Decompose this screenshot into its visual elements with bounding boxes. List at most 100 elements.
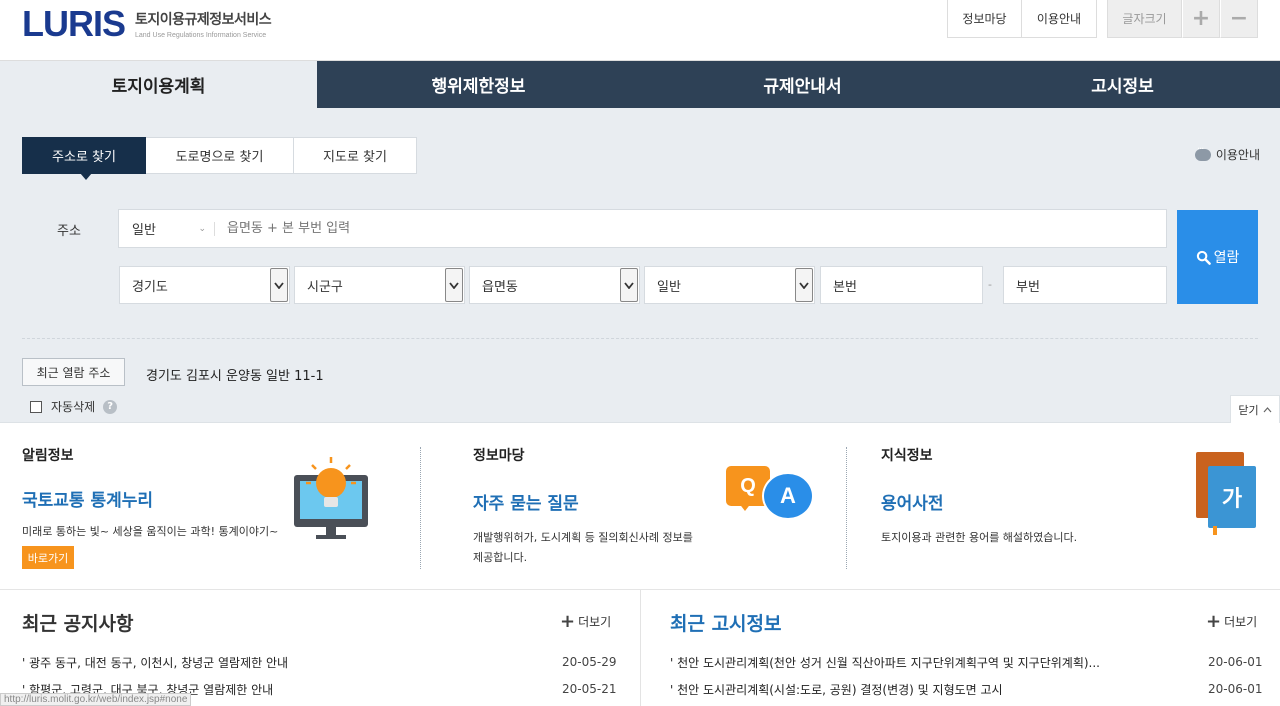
column-divider (420, 447, 421, 569)
auto-delete-label: 자동삭제 (51, 400, 96, 414)
notices-section: 최근 공지사항 + 더보기 ' 광주 동구, 대전 동구, 이천시, 창녕군 열… (0, 590, 1280, 706)
tab-search-by-address[interactable]: 주소로 찾기 (22, 137, 146, 180)
monitor-lightbulb-icon (294, 457, 368, 539)
logo-text: 토지이용규제정보서비스 Land Use Regulations Informa… (135, 9, 272, 39)
plus-icon: + (1206, 610, 1222, 632)
dictionary-book-icon: 가 (1196, 452, 1258, 536)
more-label: 더보기 (1224, 615, 1258, 629)
font-size-label: 글자크기 (1107, 0, 1182, 38)
more-label: 더보기 (578, 615, 612, 629)
search-area: 주소로 찾기 도로명으로 찾기 지도로 찾기 이용안내 주소 일반 ⌄ 경기도 … (0, 108, 1280, 423)
address-label: 주소 (57, 224, 81, 239)
dropdown-arrow-icon (795, 268, 813, 302)
recent-address-link[interactable]: 경기도 김포시 운양동 일반 11-1 (146, 365, 324, 384)
announcement-date: 20-05-21 (562, 682, 617, 696)
qa-bubbles-icon: Q A (726, 466, 816, 522)
help-icon[interactable]: ? (103, 399, 118, 414)
usage-guide-label: 이용안내 (1215, 148, 1260, 162)
plus-icon: + (560, 610, 576, 632)
font-decrease-button[interactable]: − (1220, 0, 1258, 38)
main-number-input[interactable]: 본번 (820, 266, 983, 304)
logo-title: 토지이용규제정보서비스 (135, 12, 272, 28)
stats-nuri-link[interactable]: 국토교통 통계누리 (22, 486, 153, 511)
book-ribbon (1213, 526, 1217, 535)
info-section: 알림정보 국토교통 통계누리 미래로 통하는 빛~ 세상을 움직이는 과학! 통… (0, 423, 1280, 590)
recent-announcements-title: 최근 공지사항 (22, 613, 134, 635)
chat-bubble-icon (1194, 144, 1211, 161)
dropdown-arrow-icon (445, 268, 463, 302)
town-select-value: 읍면동 (482, 279, 518, 295)
dropdown-arrow-icon (620, 268, 638, 302)
view-button[interactable]: 열람 (1177, 210, 1258, 304)
glossary-link[interactable]: 용어사전 (881, 489, 944, 514)
tab-activity-restriction[interactable]: 행위제한정보 (317, 61, 640, 108)
top-links: 정보마당 이용안내 (947, 0, 1097, 38)
search-tabs: 주소로 찾기 도로명으로 찾기 지도로 찾기 (22, 137, 417, 180)
header: LURIS 토지이용규제정보서비스 Land Use Regulations I… (0, 0, 1280, 61)
faq-link[interactable]: 자주 묻는 질문 (473, 489, 579, 514)
auto-delete-option: 자동삭제 ? (30, 398, 118, 415)
logo-wordmark: LURIS (22, 3, 126, 44)
font-size-control: 글자크기 + − (1107, 0, 1258, 38)
divider (22, 338, 1258, 339)
land-type-select-value: 일반 (657, 279, 681, 295)
tab-regulation-guide[interactable]: 규제안내서 (640, 61, 965, 108)
notice-item[interactable]: ' 천안 도시관리계획(시설:도로, 공원) 결정(변경) 및 지형도면 고시 (670, 681, 1184, 698)
announcement-item[interactable]: ' 광주 동구, 대전 동구, 이천시, 창녕군 열람제한 안내 (22, 654, 542, 671)
alert-info-title: 알림정보 (22, 448, 74, 464)
column-divider (640, 590, 641, 706)
tab-search-by-map[interactable]: 지도로 찾기 (294, 137, 417, 174)
faq-desc-line2: 제공합니다. (473, 551, 528, 564)
auto-delete-checkbox[interactable] (30, 400, 42, 413)
chevron-down-icon: ⌄ (198, 224, 206, 234)
stats-nuri-desc: 미래로 통하는 빛~ 세상을 움직이는 과학! 통계이야기~ (22, 525, 279, 538)
view-button-label: 열람 (1213, 250, 1240, 266)
dropdown-arrow-icon (270, 268, 288, 302)
glossary-desc: 토지이용과 관련한 용어를 해설하였습니다. (881, 531, 1078, 544)
city-select[interactable]: 시군구 (294, 266, 465, 304)
city-select-value: 시군구 (307, 279, 343, 295)
address-input[interactable] (215, 210, 1166, 247)
recent-address-button[interactable]: 최근 열람 주소 (22, 358, 125, 386)
chevron-up-icon (1263, 406, 1272, 412)
sub-number-input[interactable]: 부번 (1003, 266, 1167, 304)
search-icon (1196, 250, 1211, 265)
province-select[interactable]: 경기도 (119, 266, 290, 304)
knowledge-info-title: 지식정보 (881, 448, 933, 464)
font-increase-button[interactable]: + (1182, 0, 1220, 38)
address-type-select[interactable]: 일반 ⌄ (119, 210, 214, 247)
a-bubble: A (762, 472, 814, 520)
notice-item[interactable]: ' 천안 도시관리계획(천안 성거 신월 직산아파트 지구단위계획구역 및 지구… (670, 654, 1184, 671)
number-dash: - (988, 278, 992, 291)
book-front: 가 (1208, 466, 1256, 528)
usage-guide-button[interactable]: 이용안내 (1194, 144, 1260, 163)
tab-land-use-plan[interactable]: 토지이용계획 (0, 61, 317, 108)
column-divider (846, 447, 847, 569)
info-plaza-link[interactable]: 정보마당 (947, 0, 1022, 38)
luris-logo[interactable]: LURIS 토지이용규제정보서비스 Land Use Regulations I… (22, 3, 272, 44)
main-tabs: 토지이용계획 행위제한정보 규제안내서 고시정보 (0, 61, 1280, 108)
province-select-value: 경기도 (132, 279, 168, 295)
faq-desc: 개발행위허가, 도시계획 등 질의회신사례 정보를 제공합니다. (473, 528, 693, 568)
recent-notices-title: 최근 고시정보 (670, 613, 782, 635)
tab-search-by-road[interactable]: 도로명으로 찾기 (146, 137, 294, 174)
go-button[interactable]: 바로가기 (22, 546, 74, 569)
more-notices-link[interactable]: + 더보기 (1206, 610, 1258, 632)
address-type-value: 일반 (132, 223, 156, 238)
status-bar-url: http://luris.molit.go.kr/web/index.jsp#n… (0, 693, 192, 706)
close-button[interactable]: 닫기 (1230, 395, 1280, 423)
more-announcements-link[interactable]: + 더보기 (560, 610, 612, 632)
faq-desc-line1: 개발행위허가, 도시계획 등 질의회신사례 정보를 (473, 531, 693, 544)
town-select[interactable]: 읍면동 (469, 266, 640, 304)
close-button-label: 닫기 (1238, 403, 1259, 417)
notice-date: 20-06-01 (1208, 682, 1263, 696)
announcement-date: 20-05-29 (562, 655, 617, 669)
notice-date: 20-06-01 (1208, 655, 1263, 669)
q-bubble-tail (738, 502, 752, 511)
info-plaza-title: 정보마당 (473, 448, 525, 464)
land-type-select[interactable]: 일반 (644, 266, 815, 304)
usage-guide-link[interactable]: 이용안내 (1022, 0, 1097, 38)
address-search-box: 일반 ⌄ (118, 209, 1167, 248)
tab-notice-info[interactable]: 고시정보 (965, 61, 1280, 108)
logo-subtitle: Land Use Regulations Information Service (135, 32, 267, 39)
